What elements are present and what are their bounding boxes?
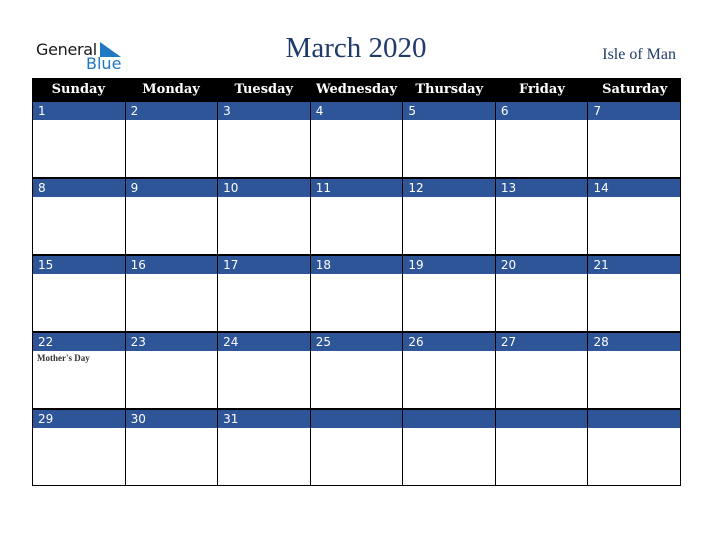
day-number: 2	[125, 101, 218, 120]
day-cell[interactable]	[310, 409, 404, 486]
day-cell[interactable]	[403, 409, 496, 486]
day-cell[interactable]: 23	[125, 332, 219, 409]
day-number: 28	[588, 332, 681, 351]
day-cell[interactable]: 30	[125, 409, 219, 486]
day-cell[interactable]	[495, 409, 589, 486]
weekday-friday: Friday	[519, 82, 565, 97]
day-cell[interactable]: 6	[495, 101, 589, 178]
day-number: 20	[495, 255, 588, 274]
calendar-grid: Sunday Monday Tuesday Wednesday Thursday…	[32, 78, 682, 486]
weekday-wednesday: Wednesday	[316, 82, 398, 97]
day-cell[interactable]: 27	[495, 332, 589, 409]
day-cell[interactable]: 10	[218, 178, 311, 255]
day-number: 1	[33, 101, 125, 120]
day-number	[403, 409, 495, 428]
day-number: 11	[310, 178, 403, 197]
weekday-monday: Monday	[142, 82, 200, 97]
day-cell[interactable]: 15	[33, 255, 126, 332]
day-cell[interactable]: 4	[310, 101, 404, 178]
day-number: 26	[403, 332, 495, 351]
weekday-thursday: Thursday	[415, 82, 484, 97]
weekday-header: Sunday Monday Tuesday Wednesday Thursday…	[32, 78, 681, 101]
holiday-label: Mother's Day	[37, 353, 90, 363]
day-number: 21	[588, 255, 681, 274]
day-number: 9	[125, 178, 218, 197]
day-number: 8	[33, 178, 125, 197]
day-number: 13	[495, 178, 588, 197]
day-cell[interactable]: 11	[310, 178, 404, 255]
weekday-tuesday: Tuesday	[234, 82, 294, 97]
day-cell[interactable]: 28	[588, 332, 682, 409]
day-cell[interactable]: 25	[310, 332, 404, 409]
day-number: 18	[310, 255, 403, 274]
day-cell[interactable]: 9	[125, 178, 219, 255]
day-cell[interactable]: 7	[588, 101, 682, 178]
day-number: 3	[218, 101, 310, 120]
day-cell[interactable]: 17	[218, 255, 311, 332]
day-cell[interactable]: 29	[33, 409, 126, 486]
day-number: 19	[403, 255, 495, 274]
day-number	[310, 409, 403, 428]
day-cell[interactable]: 2	[125, 101, 219, 178]
day-cell[interactable]: 16	[125, 255, 219, 332]
day-cell[interactable]: 18	[310, 255, 404, 332]
day-number: 17	[218, 255, 310, 274]
day-cell[interactable]: 14	[588, 178, 682, 255]
day-number: 25	[310, 332, 403, 351]
day-cell[interactable]: 13	[495, 178, 589, 255]
day-cell[interactable]: 19	[403, 255, 496, 332]
weekday-saturday: Saturday	[602, 82, 668, 97]
day-cell[interactable]: 12	[403, 178, 496, 255]
day-number: 27	[495, 332, 588, 351]
day-number	[588, 409, 681, 428]
day-cell[interactable]: 22 Mother's Day	[33, 332, 126, 409]
day-cell[interactable]	[588, 409, 682, 486]
day-number: 24	[218, 332, 310, 351]
day-number: 23	[125, 332, 218, 351]
day-number: 6	[495, 101, 588, 120]
week-row: 22 Mother's Day 23 24 25 26 27 28	[32, 332, 682, 409]
day-number: 16	[125, 255, 218, 274]
day-cell[interactable]: 8	[33, 178, 126, 255]
day-number: 22	[33, 332, 125, 351]
day-cell[interactable]: 3	[218, 101, 311, 178]
day-cell[interactable]: 24	[218, 332, 311, 409]
day-cell[interactable]: 26	[403, 332, 496, 409]
day-number: 10	[218, 178, 310, 197]
day-number: 7	[588, 101, 681, 120]
week-row: 29 30 31	[32, 409, 682, 486]
day-number: 15	[33, 255, 125, 274]
day-cell[interactable]: 5	[403, 101, 496, 178]
day-cell[interactable]: 21	[588, 255, 682, 332]
weekday-sunday: Sunday	[51, 82, 106, 97]
week-row: 15 16 17 18 19 20 21	[32, 255, 682, 332]
day-number: 12	[403, 178, 495, 197]
day-number: 30	[125, 409, 218, 428]
week-row: 1234567	[32, 101, 682, 178]
day-number: 14	[588, 178, 681, 197]
day-number: 29	[33, 409, 125, 428]
day-cell[interactable]: 1	[33, 101, 126, 178]
day-number	[495, 409, 588, 428]
day-number: 5	[403, 101, 495, 120]
day-cell[interactable]: 31	[218, 409, 311, 486]
region-label: Isle of Man	[602, 46, 676, 63]
day-cell[interactable]: 20	[495, 255, 589, 332]
day-number: 31	[218, 409, 310, 428]
day-number: 4	[310, 101, 403, 120]
week-row: 8 9 10 11 12 13 14	[32, 178, 682, 255]
